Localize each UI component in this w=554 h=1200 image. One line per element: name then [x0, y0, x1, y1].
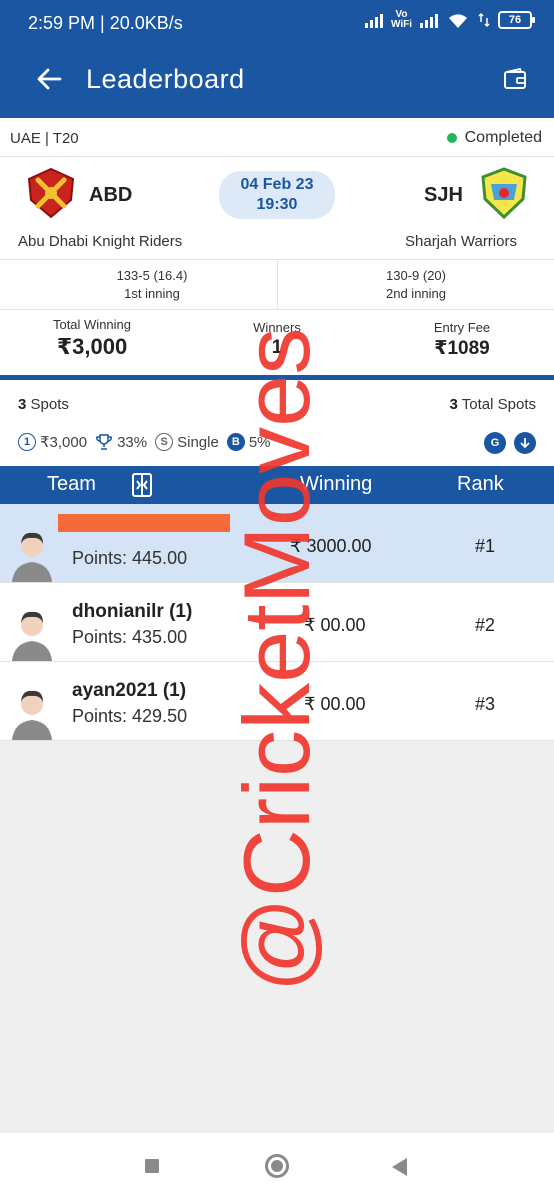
table-header: Team Winning Rank [0, 466, 554, 504]
row-rank: #2 [474, 615, 496, 635]
home-team-abbr: ABD [89, 184, 133, 206]
status-bar: 2:59 PM | 20.0KB/s Vo WiFi 76 [0, 0, 554, 48]
total-spots: 3 Total Spots [449, 396, 536, 413]
winners-count: Winners 1 [253, 320, 301, 358]
table-row[interactable]: dhonianilr (1) Points: 435.00 ₹ 00.00 #2 [0, 583, 554, 662]
home-score: 133-5 (16.4) 1st inning [116, 268, 188, 301]
app-bar: Leaderboard [0, 48, 554, 118]
redacted-username [58, 514, 230, 532]
status-dot [446, 133, 457, 143]
entry-fee: Entry Fee ₹1089 [433, 320, 491, 359]
row-rank: #3 [474, 694, 496, 714]
recents-button[interactable] [145, 1159, 159, 1173]
system-back-button[interactable] [392, 1158, 407, 1176]
avatar [12, 690, 52, 740]
single-icon: S [155, 433, 174, 451]
first-prize-icon: 1 [18, 433, 36, 451]
row-points: Points: 445.00 [72, 548, 188, 568]
row-username: dhonianilr (1) [72, 601, 193, 622]
winning-column-header: Winning [300, 473, 373, 495]
spots-left: 3 Spots [18, 396, 69, 413]
total-winning: Total Winning ₹3,000 [52, 317, 132, 359]
contest-actions: G [484, 432, 536, 454]
status-icons: Vo WiFi 76 [364, 9, 535, 30]
match-date: 04 Feb 23 [240, 176, 314, 193]
away-score: 130-9 (20) 2nd inning [386, 268, 446, 301]
away-team-abbr: SJH [424, 184, 463, 206]
bonus-chip: B 5% [226, 433, 271, 451]
back-arrow-icon[interactable] [34, 64, 64, 94]
row-points: Points: 435.00 [72, 627, 188, 647]
signal-icon-2 [420, 12, 438, 28]
row-rank: #1 [474, 536, 496, 556]
match-card: UAE | T20 Completed ABD Abu Dhabi Knight… [0, 118, 554, 380]
wallet-icon[interactable] [502, 66, 528, 92]
avatar [12, 532, 52, 582]
download-button[interactable] [514, 432, 536, 454]
table-row[interactable]: ayan2021 (1) Points: 429.50 ₹ 00.00 #3 [0, 662, 554, 741]
match-date-pill: 04 Feb 23 19:30 [219, 171, 335, 219]
row-winning: ₹ 00.00 [304, 615, 366, 635]
data-arrows-icon [478, 12, 490, 28]
divider [0, 309, 554, 310]
away-team-name: Sharjah Warriors [405, 233, 517, 250]
home-button[interactable] [265, 1154, 289, 1178]
page-title: Leaderboard [86, 64, 245, 94]
guaranteed-button[interactable]: G [484, 432, 506, 454]
system-nav-bar [0, 1133, 554, 1200]
home-team-name: Abu Dhabi Knight Riders [18, 233, 183, 250]
avatar [12, 611, 52, 661]
table-row[interactable]: Points: 445.00 ₹ 3000.00 #1 [0, 504, 554, 583]
contest-chips: 1 ₹3,000 33% S Single B 5% [18, 433, 271, 451]
team-column-header: Team [47, 473, 96, 495]
row-username: ayan2021 (1) [72, 680, 187, 701]
battery-icon: 76 [498, 11, 535, 29]
signal-icon [364, 12, 383, 28]
row-winning: ₹ 3000.00 [290, 536, 372, 556]
league-label: UAE | T20 [10, 130, 79, 147]
status-time: 2:59 PM | 20.0KB/s [28, 13, 183, 33]
match-time: 19:30 [256, 196, 298, 213]
percent-chip: 33% [95, 433, 147, 451]
home-team-logo [27, 167, 75, 219]
row-winning: ₹ 00.00 [304, 694, 366, 714]
spots-section: 3 Spots 3 Total Spots 1 ₹3,000 33% S Singl… [0, 380, 554, 466]
download-icon [520, 438, 530, 449]
type-chip: S Single [155, 433, 219, 451]
bonus-icon: B [226, 433, 245, 451]
row-points: Points: 429.50 [72, 706, 188, 726]
divider [277, 259, 278, 309]
trophy-icon [96, 434, 113, 450]
divider [0, 156, 554, 157]
wifi-icon [449, 14, 467, 28]
vowifi-icon: Vo WiFi [390, 9, 412, 30]
away-team-logo [481, 167, 527, 220]
prize-chip: 1 ₹3,000 [18, 433, 87, 451]
compare-icon[interactable] [130, 472, 154, 498]
match-status: Completed [446, 129, 542, 147]
rank-column-header: Rank [457, 473, 504, 495]
